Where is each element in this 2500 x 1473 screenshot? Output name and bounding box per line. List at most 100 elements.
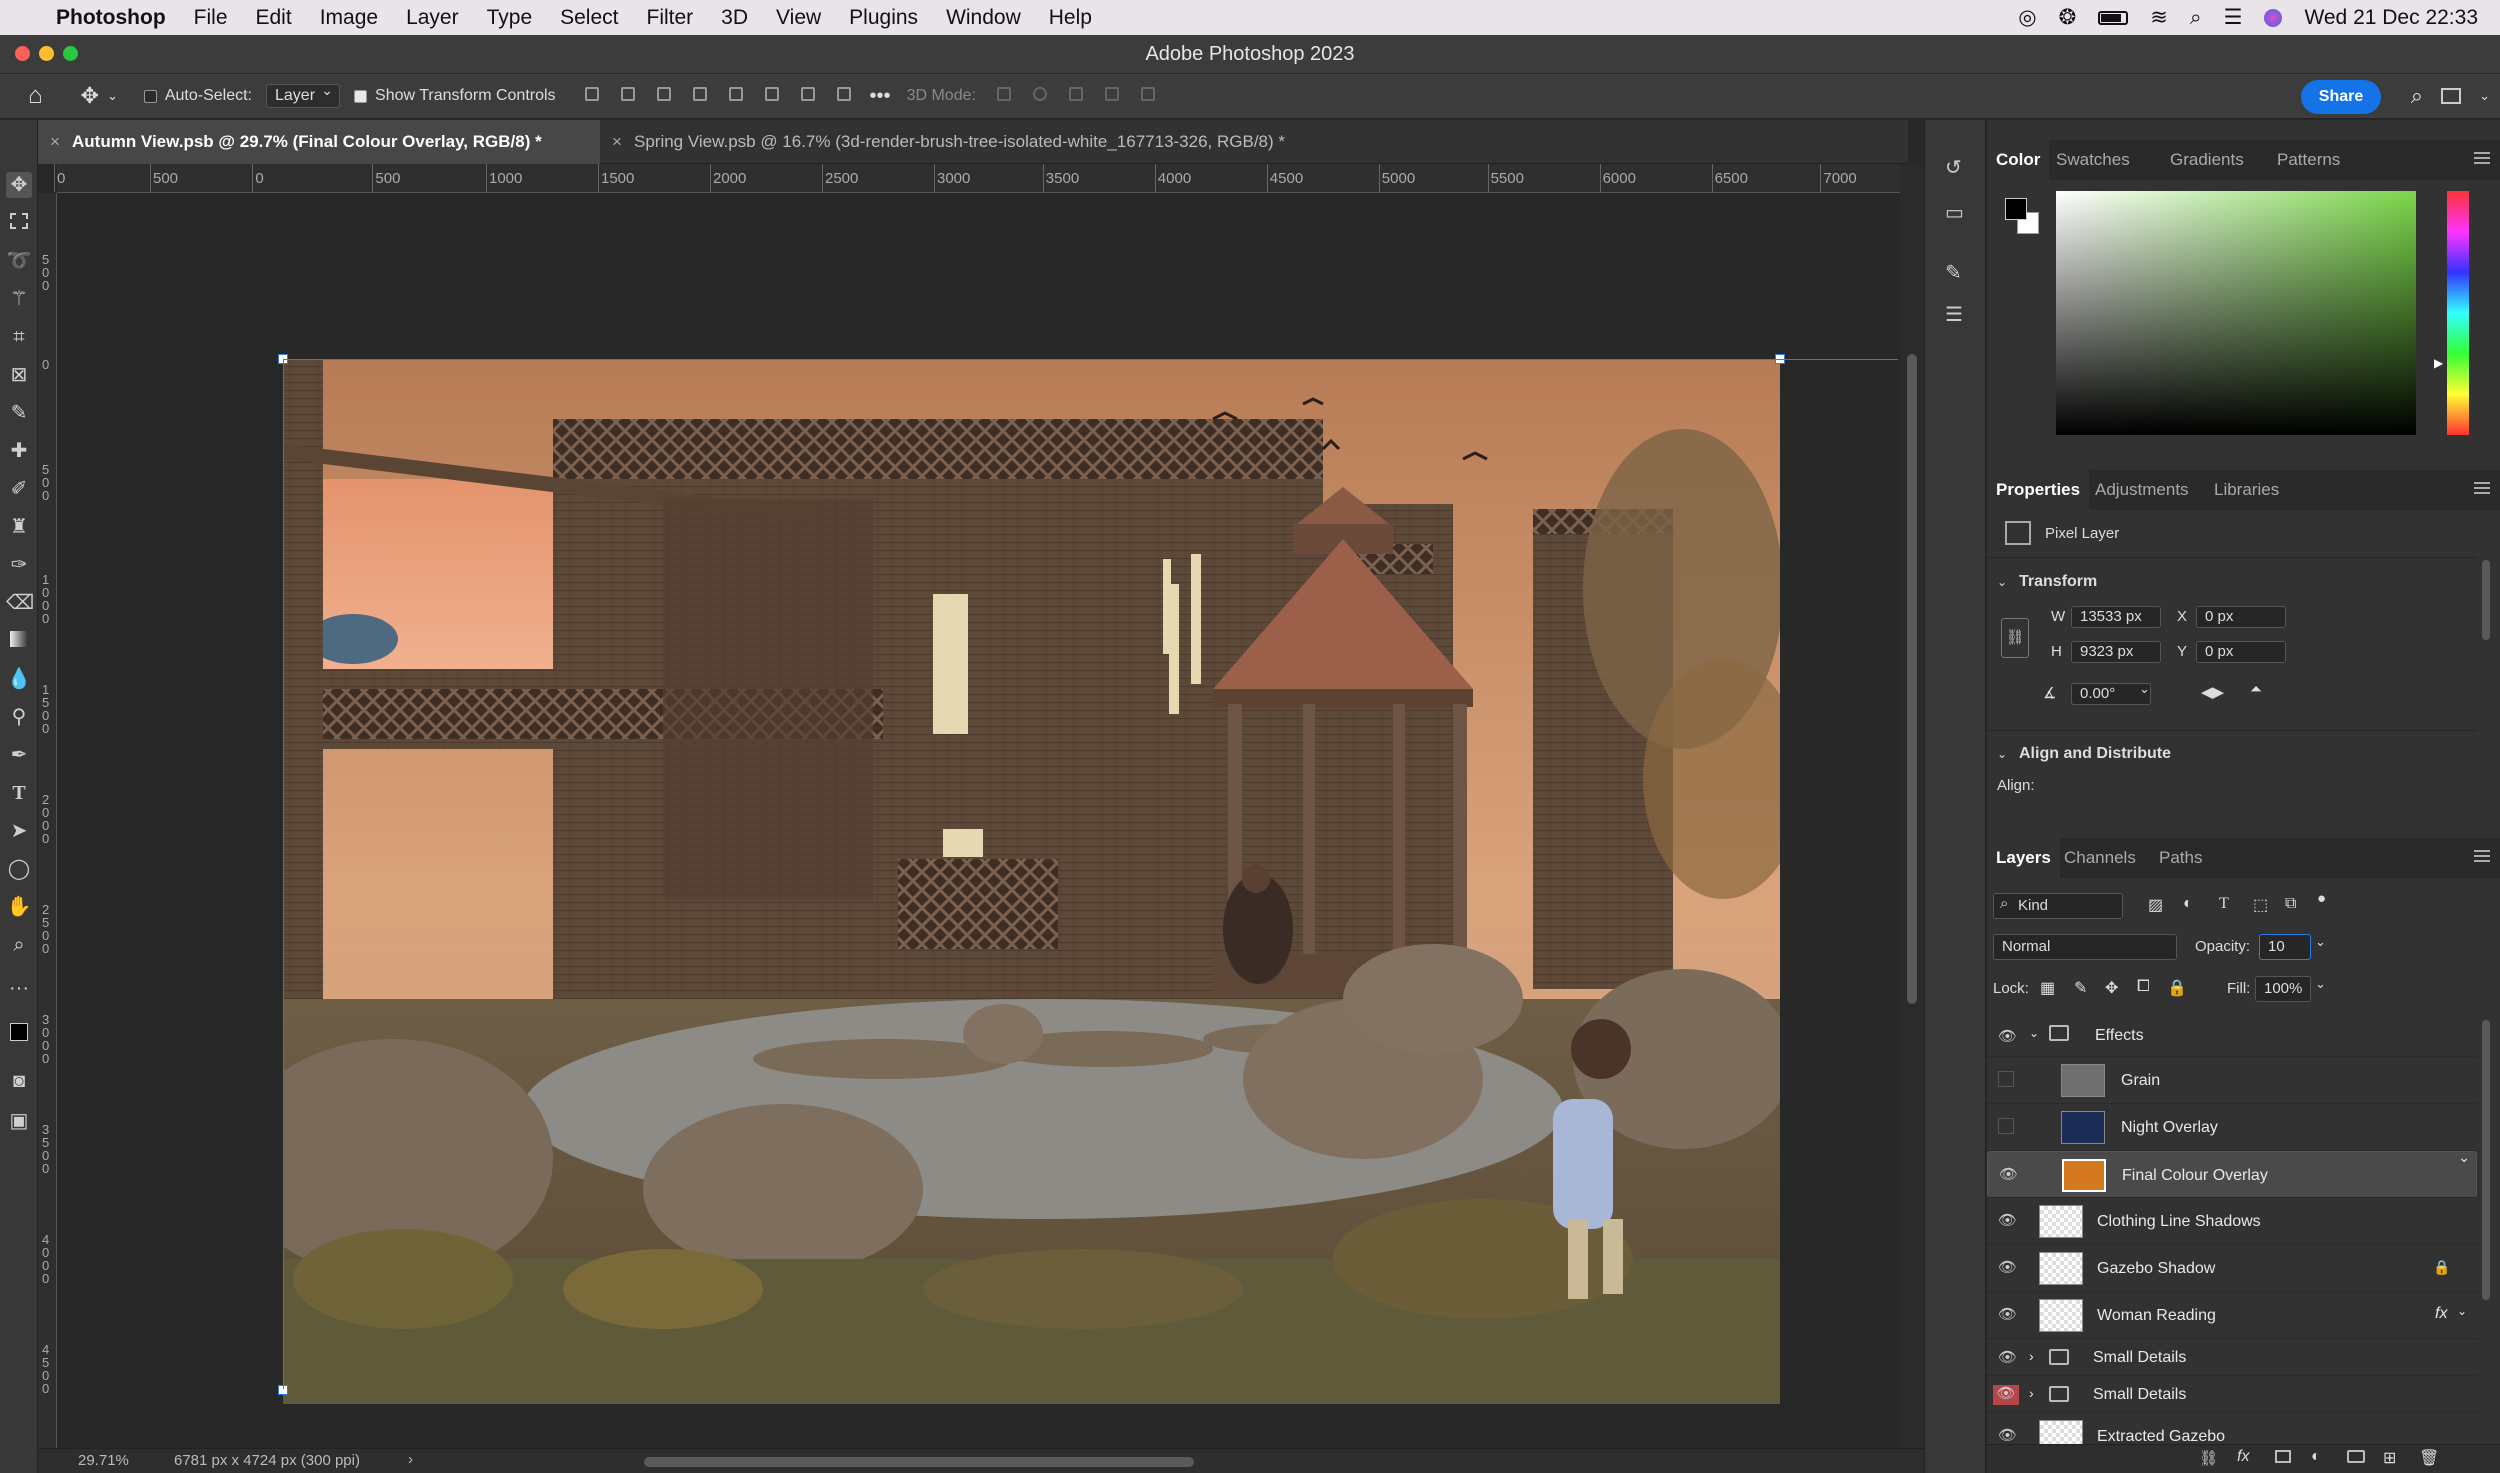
eye-icon[interactable]: 👁 [1998,1028,2017,1046]
healing-brush-icon[interactable]: ✚ [6,438,32,464]
opacity-field[interactable]: 10 [2259,934,2311,960]
adjustment-filter-icon[interactable]: ◐ [2183,895,2193,913]
chevron-down-icon[interactable]: ⌄ [1997,575,2007,589]
tab-paths[interactable]: Paths [2150,838,2211,878]
frame-tool-icon[interactable]: ⊠ [6,362,32,388]
layer-row-effects[interactable]: 👁 ⌄ Effects [1987,1014,2477,1057]
hue-pointer-icon[interactable]: ▶ [2434,356,2443,370]
chevron-down-icon[interactable]: ⌄ [2029,1026,2039,1040]
height-field[interactable]: 9323 px [2071,641,2161,663]
panel-menu-icon[interactable] [2474,482,2490,494]
move-tool-icon[interactable]: ✥ [81,83,99,109]
layer-row-gazebo-shadow[interactable]: 👁 Gazebo Shadow 🔒 [1987,1245,2477,1292]
siri-icon[interactable] [2264,8,2283,27]
lock-transparent-icon[interactable]: ▦ [2040,978,2055,998]
type-tool-icon[interactable]: T [6,780,32,806]
chevron-right-icon[interactable]: › [408,1451,413,1468]
slide-icon[interactable] [1104,86,1119,101]
eraser-icon[interactable]: ⌫ [6,590,34,616]
filter-toggle-icon[interactable]: ● [2317,890,2326,907]
foreground-color-swatch[interactable] [2005,198,2027,220]
clock-text[interactable]: Wed 21 Dec 22:33 [2304,6,2478,30]
tab-spring-view[interactable]: × Spring View.psb @ 16.7% (3d-render-bru… [600,120,1299,164]
width-field[interactable]: 13533 px [2071,606,2161,628]
distribute-icon[interactable] [692,86,707,101]
magic-wand-icon[interactable]: ⚚ [6,286,32,312]
control-center-icon[interactable]: ☰ [2224,5,2243,30]
transform-section-title[interactable]: Transform [2019,573,2097,591]
eyedropper-icon[interactable]: ✎ [6,400,32,426]
align-section-title[interactable]: Align and Distribute [2019,745,2171,763]
type-filter-icon[interactable]: T [2219,895,2229,913]
brush-tool-icon[interactable]: ✐ [6,476,32,502]
minimize-window-button[interactable] [39,46,54,61]
y-field[interactable]: 0 px [2196,641,2286,663]
tab-swatches[interactable]: Swatches [2047,140,2139,180]
move-tool-icon[interactable]: ✥ [6,172,32,198]
tab-patterns[interactable]: Patterns [2268,140,2349,180]
adjustment-layer-icon[interactable]: ◐ [2311,1448,2321,1466]
scroll-thumb[interactable] [1907,354,1917,1004]
new-group-icon[interactable] [2347,1450,2365,1463]
quick-mask-icon[interactable]: ◙ [6,1068,32,1094]
orbit-icon[interactable] [996,86,1011,101]
eye-icon[interactable]: 👁 [1998,1306,2017,1324]
properties-scrollbar[interactable] [2482,560,2490,640]
chevron-down-icon[interactable]: ⌄ [2479,88,2490,104]
layers-scrollbar[interactable] [2482,1020,2490,1300]
auto-select-dropdown[interactable]: Layer [266,82,341,108]
layer-row-small-details-2[interactable]: 👁 › Small Details [1987,1376,2477,1413]
chevron-right-icon[interactable]: › [2029,1385,2034,1401]
link-dimensions-icon[interactable]: ⛓ [2001,618,2029,658]
eye-icon[interactable]: 👁 [1998,1259,2017,1277]
lock-artboard-icon[interactable]: ⧠ [2137,978,2150,996]
tab-autumn-view[interactable]: × Autumn View.psb @ 29.7% (Final Colour … [38,120,600,164]
wifi-icon[interactable]: ≋ [2150,5,2168,30]
camera-icon[interactable] [1140,86,1155,101]
chevron-down-icon[interactable]: ⌄ [2457,1304,2467,1318]
menu-image[interactable]: Image [306,6,392,30]
share-button[interactable]: Share [2301,80,2381,114]
app-menu[interactable]: Photoshop [42,6,180,30]
trash-icon[interactable]: 🗑 [2419,1448,2439,1468]
roll-icon[interactable] [1032,86,1047,101]
panel-menu-icon[interactable] [2474,152,2490,164]
color-swatches-icon[interactable] [6,1015,36,1059]
lock-image-icon[interactable]: ✎ [2074,978,2087,998]
clone-stamp-icon[interactable]: ♜ [6,514,32,540]
eye-icon[interactable]: 👁 [1998,1349,2017,1367]
horizontal-scrollbar[interactable] [644,1457,1194,1467]
visibility-toggle[interactable] [1998,1071,2014,1087]
tab-color[interactable]: Color [1987,140,2050,180]
tab-libraries[interactable]: Libraries [2205,470,2288,510]
close-window-button[interactable] [15,46,30,61]
chevron-down-icon[interactable]: ⌄ [2315,934,2326,950]
layer-row-extracted-gazebo[interactable]: 👁 Extracted Gazebo [1987,1413,2477,1444]
screen-mode-icon[interactable]: ▣ [6,1108,32,1134]
menu-type[interactable]: Type [473,6,547,30]
x-field[interactable]: 0 px [2196,606,2286,628]
color-field[interactable] [2056,191,2416,435]
search-icon[interactable]: ⌕ [2411,83,2423,109]
fill-field[interactable]: 100% [2255,976,2311,1002]
vertical-ruler[interactable]: 500 0 500 1000 1500 2000 2500 3000 3500 4000 4500 [38,193,57,1448]
crop-tool-icon[interactable]: ⌗ [6,324,32,350]
adjustment-sliders-icon[interactable]: ☰ [1945,302,1963,327]
creative-cloud-icon[interactable]: ◎ [2018,5,2036,30]
menu-file[interactable]: File [180,6,242,30]
link-layers-icon[interactable]: ⛓ [2199,1449,2218,1467]
flip-vertical-icon[interactable]: ⏶ [2250,681,2262,698]
chevron-down-icon[interactable]: ⌄ [1997,747,2007,761]
align-right-icon[interactable] [656,86,671,101]
new-layer-icon[interactable]: ⊞ [2383,1448,2396,1468]
more-options-icon[interactable]: ••• [870,85,891,108]
hand-tool-icon[interactable]: ✋ [6,894,32,920]
brush-settings-icon[interactable]: ✎ [1945,260,1962,285]
search-icon[interactable]: ⌕ [2190,6,2202,30]
align-left-icon[interactable] [584,86,599,101]
close-tab-icon[interactable]: × [612,120,622,164]
dodge-tool-icon[interactable]: ⚲ [6,704,32,730]
document-artwork[interactable] [283,359,1780,1404]
lock-all-icon[interactable]: 🔒 [2167,978,2187,998]
fx-icon[interactable]: fx [2237,1448,2249,1466]
